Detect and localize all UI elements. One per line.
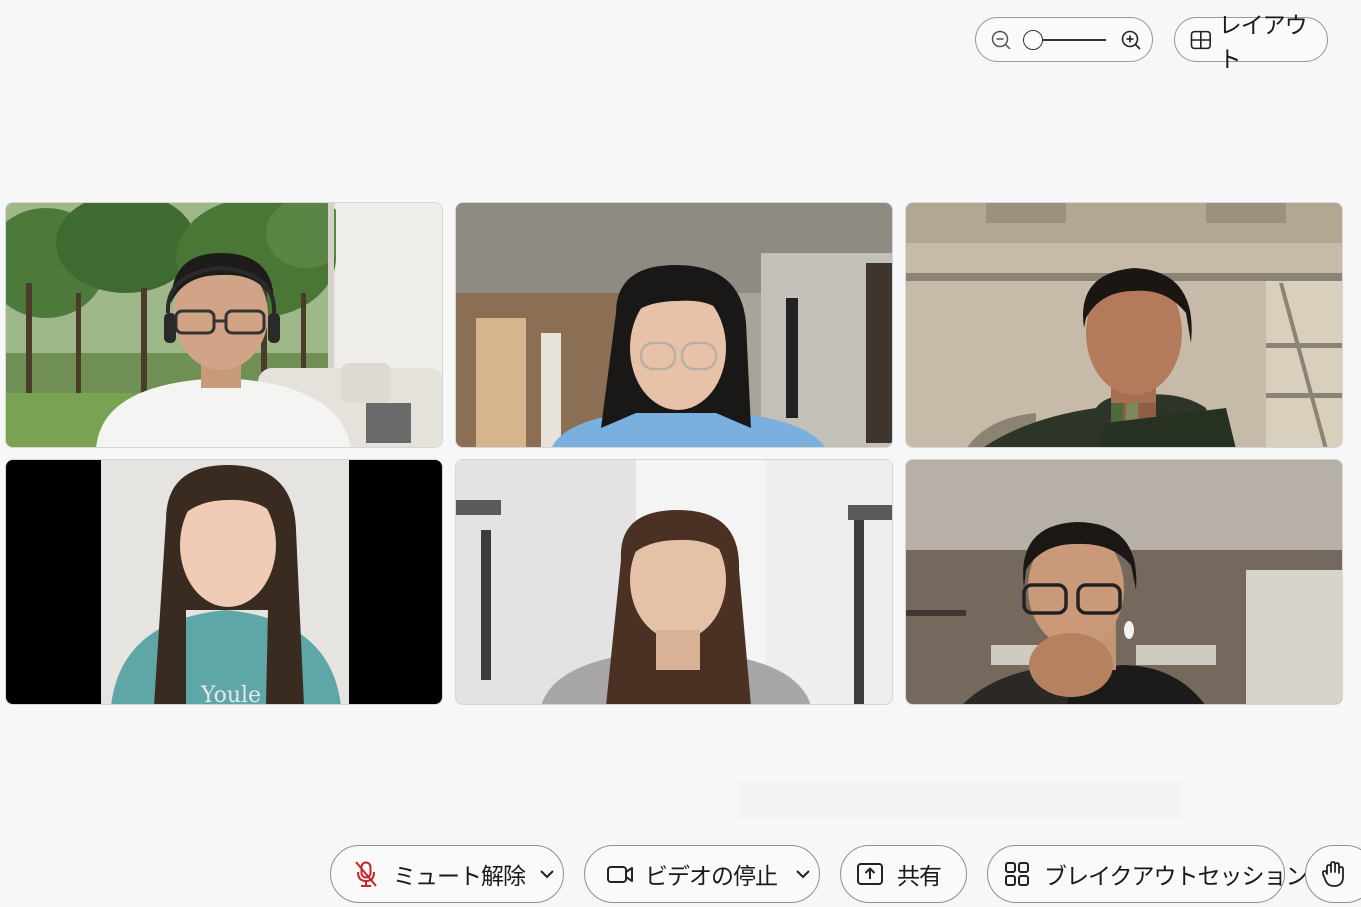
breakout-sessions-label: ブレイクアウトセッション: [1044, 864, 1309, 890]
zoom-in-icon[interactable]: [1120, 29, 1142, 51]
zoom-out-icon[interactable]: [990, 29, 1012, 51]
participant-video-tile[interactable]: [455, 459, 893, 705]
breakout-sessions-button[interactable]: ブレイクアウトセッション: [987, 845, 1309, 903]
share-label: 共有: [897, 864, 942, 890]
participant-video-tile[interactable]: Youle: [5, 459, 443, 705]
svg-text:Youle: Youle: [200, 683, 261, 705]
unmute-button[interactable]: ミュート解除: [330, 845, 564, 903]
chevron-down-icon[interactable]: [537, 864, 557, 884]
layout-grid-icon: [1190, 30, 1211, 49]
participant-video-tile[interactable]: [905, 202, 1343, 448]
share-icon: [857, 863, 883, 885]
participant-video-tile[interactable]: [5, 202, 443, 448]
chevron-down-icon[interactable]: [793, 864, 813, 884]
unmute-label: ミュート解除: [393, 864, 526, 890]
zoom-slider-thumb[interactable]: [1023, 30, 1043, 50]
video-zoom-control: [975, 17, 1153, 62]
participant-video: [906, 203, 1342, 447]
stop-video-button[interactable]: ビデオの停止: [584, 845, 820, 903]
background-bar: [740, 782, 1180, 818]
stop-video-label: ビデオの停止: [645, 864, 778, 890]
layout-button[interactable]: レイアウト: [1174, 13, 1328, 73]
participant-video: [6, 203, 442, 447]
layout-button-label: レイアウト: [1218, 12, 1308, 73]
participant-video-tile[interactable]: [905, 459, 1343, 705]
share-button[interactable]: 共有: [840, 845, 967, 903]
participant-video: [456, 203, 892, 447]
breakout-grid-icon: [1005, 862, 1029, 886]
camera-icon: [607, 866, 633, 883]
participant-video: [456, 460, 892, 704]
mic-muted-icon: [355, 861, 377, 887]
participant-video: Youle: [6, 460, 442, 705]
participant-video-tile[interactable]: [455, 202, 893, 448]
participant-video: [906, 460, 1342, 704]
raise-hand-button[interactable]: [1305, 845, 1361, 903]
raise-hand-icon: [1321, 861, 1344, 887]
